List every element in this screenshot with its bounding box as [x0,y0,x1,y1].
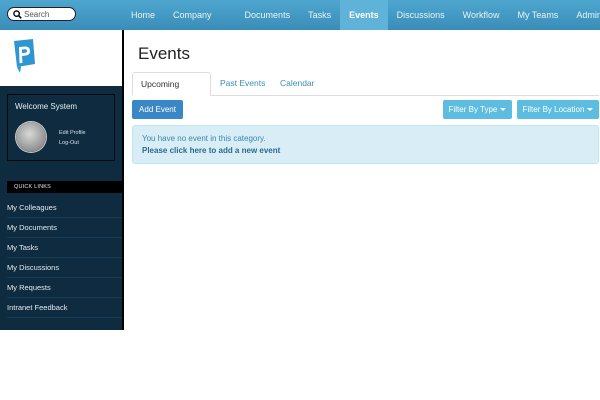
tab-calendar[interactable]: Calendar [272,72,323,95]
chevron-down-icon [500,108,507,112]
search-box[interactable] [7,7,76,21]
event-tabs: Upcoming Events Past Events Calendar [132,72,599,111]
add-event-button[interactable]: Add Event [132,100,183,119]
filter-by-type-button[interactable]: Filter By Type [443,100,512,119]
nav-discussions[interactable]: Discussions [388,0,454,30]
tab-upcoming-events[interactable]: Upcoming Events [132,72,211,111]
quick-links-list: My Colleagues My Documents My Tasks My D… [7,198,122,318]
avatar[interactable] [16,122,46,152]
logo-area [0,30,122,86]
filter-by-location-label: Filter By Location [522,105,585,114]
nav-company[interactable]: Company [164,0,236,30]
quick-link-my-requests[interactable]: My Requests [7,278,122,298]
nav-admin[interactable]: Admin [567,0,600,30]
quick-link-my-discussions[interactable]: My Discussions [7,258,122,278]
quick-link-my-colleagues[interactable]: My Colleagues [7,198,122,218]
nav-tasks[interactable]: Tasks [299,0,340,30]
no-events-alert: You have no event in this category. Plea… [132,125,599,164]
quick-links-header: QUICK LINKS [7,181,122,193]
profile-links: Edit Profile Log-Out [59,128,86,148]
tab-past-events[interactable]: Past Events [212,72,273,95]
nav-events[interactable]: Events [340,0,388,30]
user-panel: Welcome System Edit Profile Log-Out [7,94,115,161]
edit-profile-link[interactable]: Edit Profile [59,128,86,138]
alert-message: You have no event in this category. [142,134,266,143]
main-nav: Home Company Documents Tasks Events Disc… [122,0,600,30]
search-icon [13,10,22,19]
nav-my-teams[interactable]: My Teams [508,0,567,30]
search-input[interactable] [24,8,74,20]
quick-link-intranet-feedback[interactable]: Intranet Feedback [7,298,122,318]
filter-by-type-label: Filter By Type [448,105,498,114]
nav-home[interactable]: Home [122,0,164,30]
quick-link-my-tasks[interactable]: My Tasks [7,238,122,258]
top-navbar: Home Company Documents Tasks Events Disc… [0,0,600,30]
page-title: Events [138,44,190,63]
nav-workflow[interactable]: Workflow [454,0,509,30]
sidebar: Welcome System Edit Profile Log-Out QUIC… [0,30,124,330]
add-new-event-link[interactable]: Please click here to add a new event [142,146,280,155]
filter-by-location-button[interactable]: Filter By Location [517,100,599,119]
nav-documents[interactable]: Documents [236,0,300,30]
app-logo[interactable] [11,39,36,73]
logout-link[interactable]: Log-Out [59,138,86,148]
chevron-down-icon [587,108,594,112]
welcome-text: Welcome System [15,102,78,111]
quick-link-my-documents[interactable]: My Documents [7,218,122,238]
